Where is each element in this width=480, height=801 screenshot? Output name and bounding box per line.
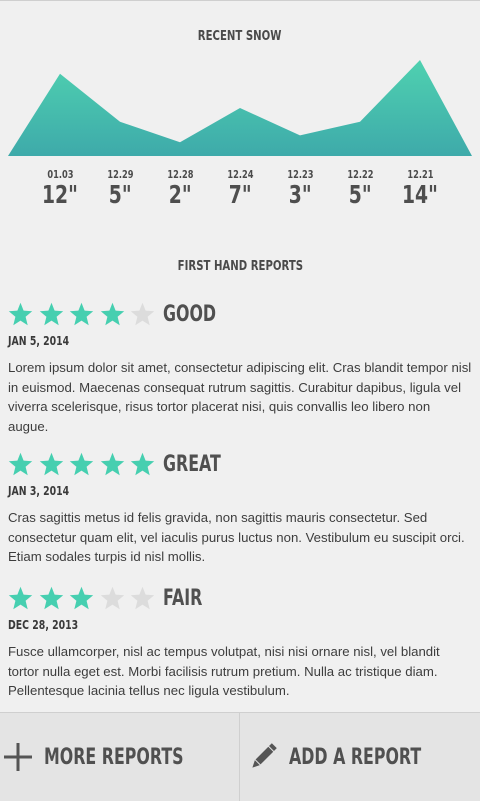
star-filled-icon [69, 586, 94, 609]
review-text: Cras sagittis metus id felis gravida, no… [8, 510, 465, 564]
snow-tick: 12.23 3" [270, 168, 330, 208]
add-report-button[interactable]: ADD A REPORT [240, 713, 480, 801]
star-rating: GREAT [8, 450, 472, 478]
star-rating: FAIR [8, 584, 472, 612]
review-date: DEC 28, 2013 [8, 618, 79, 632]
review-date: JAN 3, 2014 [8, 484, 70, 498]
top-divider [0, 0, 480, 1]
star-empty-icon [130, 302, 155, 325]
more-reports-button[interactable]: MORE REPORTS [0, 713, 240, 801]
star-filled-icon [39, 586, 63, 609]
pencil-icon [252, 743, 277, 768]
snow-tick: 12.24 7" [210, 168, 270, 208]
rating-label: FAIR [162, 585, 202, 611]
tick-value-label: 12" [42, 180, 78, 209]
snow-tick: 12.22 5" [330, 168, 390, 208]
star-filled-icon [39, 452, 63, 475]
add-report-label: ADD A REPORT [289, 745, 422, 770]
first-hand-reports-title: FIRST HAND REPORTS [177, 259, 303, 274]
star-rating: GOOD [8, 300, 472, 328]
star-filled-icon [69, 452, 94, 475]
more-reports-label: MORE REPORTS [43, 745, 184, 770]
recent-snow-chart [8, 60, 472, 156]
star-filled-icon [69, 302, 94, 325]
tick-value-label: 5" [348, 180, 372, 209]
recent-snow-title: RECENT SNOW [198, 29, 282, 44]
star-filled-icon [39, 302, 63, 325]
review-text: Lorem ipsum dolor sit amet, consectetur … [8, 360, 472, 434]
tick-value-label: 14" [402, 180, 438, 209]
star-filled-icon [130, 452, 155, 475]
snow-tick: 01.03 12" [30, 168, 90, 208]
tick-value-label: 3" [288, 180, 312, 209]
plus-icon [3, 743, 32, 771]
star-filled-icon [8, 302, 33, 325]
snow-tick-row: 01.03 12" 12.29 5" 12.28 2" 12.24 7" 12.23 3" 12.2… [0, 168, 480, 218]
review-item: GOOD JAN 5, 2014 Lorem ipsum dolor sit a… [8, 300, 472, 436]
review-date: JAN 5, 2014 [8, 334, 70, 348]
tick-value-label: 2" [168, 180, 192, 209]
review-item: GREAT JAN 3, 2014 Cras sagittis metus id… [8, 450, 472, 567]
star-filled-icon [8, 452, 33, 475]
star-empty-icon [130, 586, 155, 609]
tick-value-label: 5" [108, 180, 132, 209]
star-filled-icon [100, 452, 124, 475]
star-filled-icon [100, 302, 124, 325]
rating-label: GOOD [162, 301, 216, 327]
snow-tick: 12.29 5" [90, 168, 150, 208]
snow-area [8, 60, 472, 156]
review-text: Fusce ullamcorper, nisl ac tempus volutp… [8, 644, 440, 698]
star-filled-icon [8, 586, 33, 609]
snow-tick: 12.28 2" [150, 168, 210, 208]
snow-tick: 12.21 14" [390, 168, 450, 208]
bottom-action-bar: MORE REPORTS ADD A REPORT [0, 712, 480, 801]
star-empty-icon [100, 586, 124, 609]
rating-label: GREAT [162, 451, 221, 477]
review-item: FAIR DEC 28, 2013 Fusce ullamcorper, nis… [8, 584, 472, 701]
tick-value-label: 7" [228, 180, 252, 209]
